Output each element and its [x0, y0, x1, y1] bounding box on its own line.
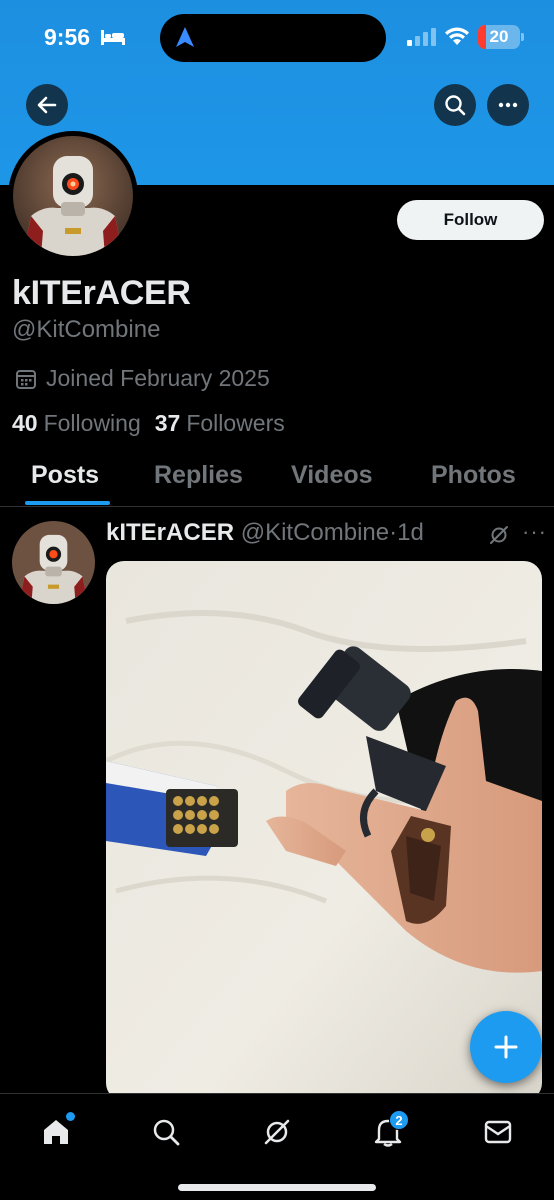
robot-avatar-image [13, 136, 133, 256]
back-button[interactable] [26, 84, 68, 126]
more-horizontal-icon [498, 102, 518, 108]
profile-handle: @KitCombine [12, 316, 161, 343]
search-icon [445, 95, 466, 116]
joined-date: Joined February 2025 [12, 365, 270, 392]
notification-badge: 2 [389, 1110, 409, 1130]
robot-avatar-image [12, 521, 95, 604]
more-options-button[interactable] [487, 84, 529, 126]
tab-videos[interactable]: Videos [291, 461, 373, 490]
home-unread-dot [66, 1112, 75, 1121]
profile-avatar[interactable] [8, 131, 138, 261]
following-label: Following [43, 410, 141, 436]
mail-envelope-icon [484, 1120, 512, 1144]
post-author-avatar[interactable] [12, 521, 95, 604]
following-link[interactable]: 40 Following [12, 410, 141, 437]
back-arrow-icon [37, 96, 57, 114]
post-header: kITErACER @KitCombine·1d ··· [106, 519, 546, 551]
search-icon [153, 1119, 180, 1146]
cellular-signal-icon [407, 28, 436, 46]
post-photo [106, 561, 542, 1101]
battery-percentage: 20 [489, 27, 509, 46]
followers-link[interactable]: 37 Followers [155, 410, 285, 437]
post-more-button[interactable]: ··· [522, 519, 547, 545]
nav-home[interactable] [34, 1110, 78, 1154]
nav-grok[interactable] [255, 1110, 299, 1154]
following-count: 40 [12, 410, 38, 436]
home-indicator [178, 1184, 376, 1191]
post-author-name[interactable]: kITErACER [106, 519, 234, 546]
calendar-icon [16, 369, 36, 389]
profile-search-button[interactable] [434, 84, 476, 126]
wifi-icon [445, 27, 469, 45]
grok-icon[interactable] [488, 524, 510, 546]
battery-indicator: 20 [478, 25, 520, 49]
joined-text: Joined February 2025 [46, 365, 270, 391]
active-tab-indicator [25, 501, 110, 505]
compose-post-button[interactable] [470, 1011, 542, 1083]
post-author-handle[interactable]: @KitCombine [241, 519, 389, 546]
post-media-image[interactable] [106, 561, 542, 1101]
post-separator: · [389, 519, 398, 546]
grok-icon [264, 1119, 290, 1145]
sleep-bed-icon [101, 30, 125, 45]
home-icon [44, 1120, 68, 1144]
post-timestamp[interactable]: 1d [397, 519, 424, 546]
nav-search[interactable] [144, 1110, 188, 1154]
followers-count: 37 [154, 410, 181, 436]
tab-photos[interactable]: Photos [431, 461, 516, 490]
tab-posts[interactable]: Posts [31, 461, 99, 490]
nav-messages[interactable] [476, 1110, 520, 1154]
status-bar: 9:56 20 [0, 0, 554, 72]
navigation-arrow-icon [176, 27, 194, 47]
nav-notifications[interactable]: 2 [366, 1110, 410, 1154]
tab-replies[interactable]: Replies [154, 461, 243, 490]
follow-stats: 40 Following 37 Followers [12, 410, 299, 437]
follow-button[interactable]: Follow [397, 200, 544, 240]
battery-nub [521, 33, 524, 41]
followers-label: Followers [186, 410, 285, 436]
plus-icon [494, 1035, 518, 1059]
profile-tabs: Posts Replies Videos Photos [0, 447, 554, 507]
profile-display-name: kITErACER [12, 274, 191, 312]
status-time: 9:56 [44, 24, 91, 50]
